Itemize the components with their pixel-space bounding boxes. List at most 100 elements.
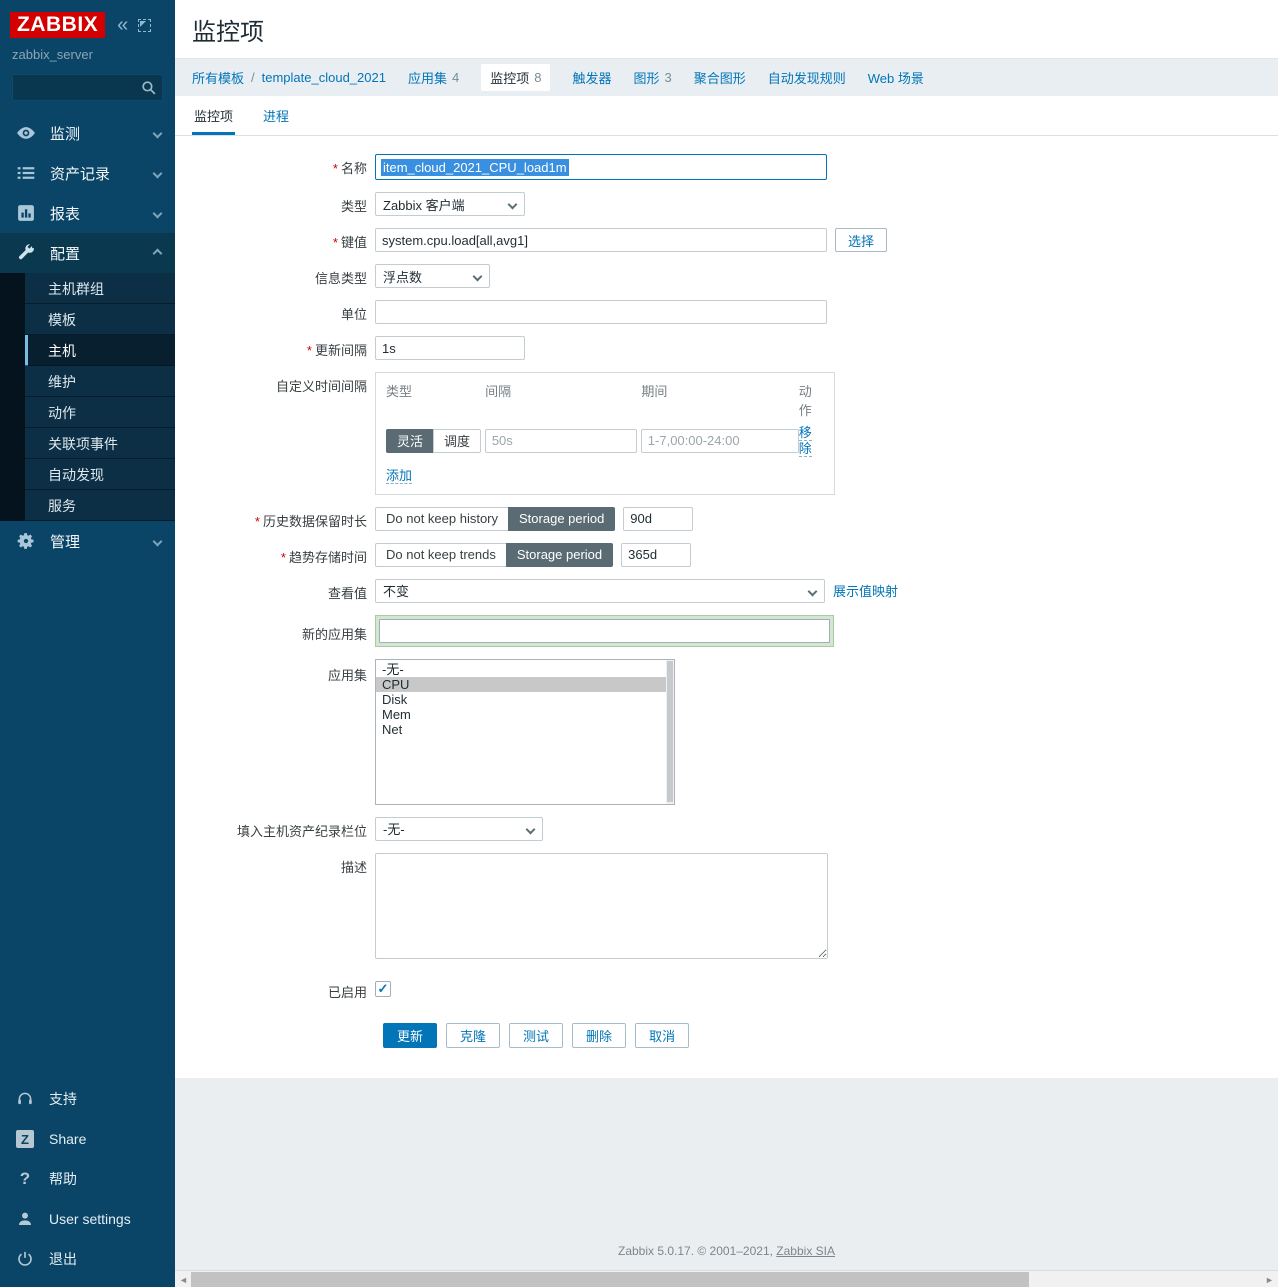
tab-item[interactable]: 监控项 bbox=[192, 96, 235, 135]
form-row-show-value: 查看值 不变 展示值映射 bbox=[175, 579, 1278, 603]
show-value-mappings-link[interactable]: 展示值映射 bbox=[833, 581, 898, 600]
show-value-label: 查看值 bbox=[328, 586, 367, 601]
clone-button[interactable]: 克隆 bbox=[446, 1023, 500, 1048]
sidebar-item-share[interactable]: Z Share bbox=[0, 1119, 175, 1159]
period-field[interactable] bbox=[641, 429, 799, 453]
sidebar-item-services[interactable]: 服务 bbox=[0, 490, 175, 521]
sidebar-item-support[interactable]: 支持 bbox=[0, 1079, 175, 1119]
key-field[interactable] bbox=[375, 228, 827, 252]
footer-version-text: Zabbix 5.0.17. © 2001–2021, bbox=[618, 1244, 776, 1258]
history-period-field[interactable] bbox=[623, 507, 693, 531]
sidebar-item-event-correlation[interactable]: 关联项事件 bbox=[0, 428, 175, 459]
sidebar-item-reports[interactable]: 报表 bbox=[0, 193, 175, 233]
interval-field[interactable] bbox=[485, 429, 637, 453]
breadcrumb-separator: / bbox=[251, 70, 255, 85]
zabbix-logo[interactable]: ZABBIX bbox=[10, 12, 105, 38]
sidebar-item-administration[interactable]: 管理 bbox=[0, 521, 175, 561]
listbox-scrollbar-thumb[interactable] bbox=[667, 661, 673, 802]
flexible-toggle[interactable]: 灵活 bbox=[386, 429, 434, 453]
trends-off-toggle[interactable]: Do not keep trends bbox=[375, 543, 507, 567]
update-button[interactable]: 更新 bbox=[383, 1023, 437, 1048]
inventory-field-select[interactable]: -无- bbox=[375, 817, 543, 841]
applications-listbox[interactable]: -无- CPU Disk Mem Net bbox=[375, 659, 675, 805]
tab-preprocessing[interactable]: 进程 bbox=[261, 96, 291, 135]
update-interval-field[interactable] bbox=[375, 336, 525, 360]
sidebar-item-label: Share bbox=[49, 1131, 86, 1147]
breadcrumb-template-name[interactable]: template_cloud_2021 bbox=[262, 70, 386, 85]
nav-web-scenarios[interactable]: Web 场景 bbox=[868, 68, 924, 87]
form-buttons: 更新 克隆 测试 删除 取消 bbox=[383, 1023, 1278, 1048]
sidebar-item-configuration[interactable]: 配置 bbox=[0, 233, 175, 273]
units-field[interactable] bbox=[375, 300, 827, 324]
chevron-down-icon bbox=[508, 200, 518, 210]
zabbix-sia-link[interactable]: Zabbix SIA bbox=[776, 1244, 835, 1258]
trends-period-field[interactable] bbox=[621, 543, 691, 567]
scroll-left-arrow[interactable]: ◄ bbox=[176, 1272, 191, 1287]
application-option-cpu[interactable]: CPU bbox=[376, 677, 666, 692]
nav-discovery-rules[interactable]: 自动发现规则 bbox=[768, 68, 846, 87]
trends-on-toggle[interactable]: Storage period bbox=[506, 543, 613, 567]
custom-intervals-label: 自定义时间间隔 bbox=[276, 379, 367, 394]
sidebar-item-inventory[interactable]: 资产记录 bbox=[0, 153, 175, 193]
search-icon[interactable] bbox=[140, 79, 157, 96]
description-label: 描述 bbox=[341, 860, 367, 875]
share-z-icon: Z bbox=[16, 1130, 34, 1148]
sidebar-item-discovery[interactable]: 自动发现 bbox=[0, 459, 175, 490]
sidebar-item-label: 监测 bbox=[50, 123, 80, 144]
sidebar-item-help[interactable]: ? 帮助 bbox=[0, 1159, 175, 1199]
application-option-disk[interactable]: Disk bbox=[376, 692, 666, 707]
chevron-down-icon bbox=[153, 168, 163, 178]
nav-count: 3 bbox=[665, 70, 672, 85]
page-footer: Zabbix 5.0.17. © 2001–2021, Zabbix SIA bbox=[175, 1244, 1278, 1258]
sidebar-item-hosts[interactable]: 主机 bbox=[0, 335, 175, 366]
user-icon bbox=[16, 1210, 34, 1228]
scroll-right-arrow[interactable]: ► bbox=[1262, 1272, 1277, 1287]
nav-items[interactable]: 监控项 8 bbox=[481, 64, 550, 91]
required-mark: * bbox=[255, 514, 260, 529]
type-select[interactable]: Zabbix 客户端 bbox=[375, 192, 525, 216]
item-form: *名称 item_cloud_2021_CPU_load1m 类型 Zabbix… bbox=[175, 136, 1278, 1078]
nav-graphs[interactable]: 图形 3 bbox=[633, 68, 671, 87]
horizontal-scrollbar[interactable]: ◄ ► bbox=[175, 1270, 1278, 1287]
info-type-select[interactable]: 浮点数 bbox=[375, 264, 490, 288]
sidebar-item-templates[interactable]: 模板 bbox=[0, 304, 175, 335]
nav-screens[interactable]: 聚合图形 bbox=[694, 68, 746, 87]
new-application-field[interactable] bbox=[379, 619, 830, 643]
application-option-net[interactable]: Net bbox=[376, 722, 666, 737]
sidebar-item-sign-out[interactable]: 退出 bbox=[0, 1239, 175, 1279]
app-window: ZABBIX « zabbix_server 监测 资产记录 报表 bbox=[0, 0, 1278, 1287]
sidebar-item-maintenance[interactable]: 维护 bbox=[0, 366, 175, 397]
sidebar-item-actions[interactable]: 动作 bbox=[0, 397, 175, 428]
hide-sidebar-icon[interactable] bbox=[138, 19, 151, 32]
application-option-mem[interactable]: Mem bbox=[376, 707, 666, 722]
key-select-button[interactable]: 选择 bbox=[835, 228, 887, 252]
sidebar: ZABBIX « zabbix_server 监测 资产记录 报表 bbox=[0, 0, 175, 1287]
collapse-sidebar-icon[interactable]: « bbox=[117, 15, 128, 35]
sidebar-item-label: User settings bbox=[49, 1211, 131, 1227]
listbox-scrollbar[interactable] bbox=[666, 660, 674, 804]
show-value-select[interactable]: 不变 bbox=[375, 579, 825, 603]
test-button[interactable]: 测试 bbox=[509, 1023, 563, 1048]
chevron-down-icon bbox=[153, 208, 163, 218]
sidebar-item-user-settings[interactable]: User settings bbox=[0, 1199, 175, 1239]
scheduling-toggle[interactable]: 调度 bbox=[433, 429, 481, 453]
wrench-icon bbox=[16, 243, 36, 263]
breadcrumb-all-templates[interactable]: 所有模板 bbox=[192, 68, 244, 87]
sidebar-item-monitoring[interactable]: 监测 bbox=[0, 113, 175, 153]
list-icon bbox=[16, 163, 36, 183]
application-option-none[interactable]: -无- bbox=[376, 662, 666, 677]
name-field[interactable]: item_cloud_2021_CPU_load1m bbox=[375, 154, 827, 180]
nav-applications[interactable]: 应用集 4 bbox=[408, 68, 459, 87]
nav-triggers[interactable]: 触发器 bbox=[572, 68, 611, 87]
history-off-toggle[interactable]: Do not keep history bbox=[375, 507, 509, 531]
enabled-checkbox[interactable]: ✓ bbox=[375, 981, 391, 997]
remove-interval-link[interactable]: 移除 bbox=[799, 425, 812, 457]
delete-button[interactable]: 删除 bbox=[572, 1023, 626, 1048]
history-on-toggle[interactable]: Storage period bbox=[508, 507, 615, 531]
scrollbar-thumb[interactable] bbox=[191, 1272, 1029, 1287]
cancel-button[interactable]: 取消 bbox=[635, 1023, 689, 1048]
add-interval-link[interactable]: 添加 bbox=[386, 468, 412, 484]
interval-type-toggle: 灵活 调度 bbox=[386, 429, 485, 453]
sidebar-item-host-groups[interactable]: 主机群组 bbox=[0, 273, 175, 304]
description-field[interactable] bbox=[375, 853, 828, 959]
